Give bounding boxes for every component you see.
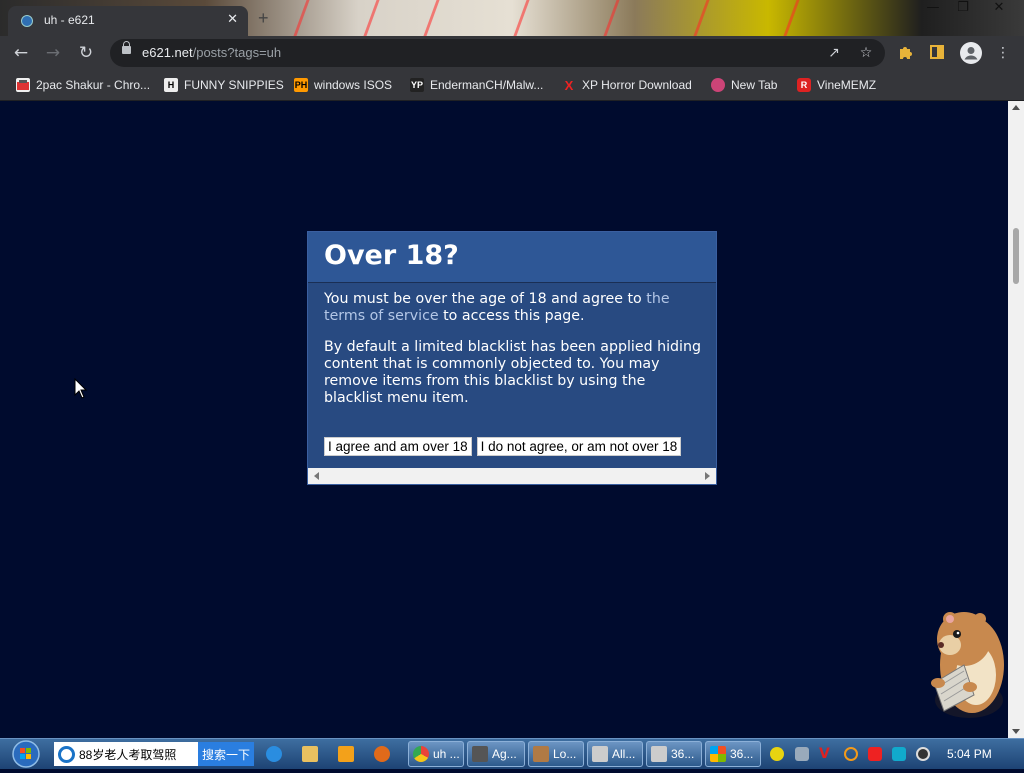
forward-arrow-icon[interactable]: →	[42, 42, 64, 64]
minimize-button[interactable]: —	[918, 0, 948, 18]
bookmark-favicon-icon	[16, 78, 30, 92]
taskbar-item-lo[interactable]: Lo...	[528, 741, 584, 767]
bookmark-vinememz[interactable]: R VineMEMZ	[797, 75, 876, 95]
side-panel-icon[interactable]	[928, 44, 946, 62]
bookmarks-bar: 2pac Shakur - Chro... H FUNNY SNIPPIES P…	[0, 70, 1024, 101]
tray-monitor-icon[interactable]	[892, 747, 906, 761]
maximize-button[interactable]: ❐	[948, 0, 978, 18]
reload-icon[interactable]: ↻	[75, 42, 97, 64]
clock[interactable]: 5:04 PM	[947, 747, 992, 761]
taskbar: 88岁老人考取驾照 搜索一下 uh ... Ag... Lo... All...…	[0, 738, 1024, 769]
lock-icon[interactable]	[122, 41, 131, 54]
bookmark-windows-isos[interactable]: PH windows ISOS	[294, 75, 392, 95]
taskbar-search-text: 88岁老人考取驾照	[79, 747, 177, 762]
globe-icon	[711, 78, 725, 92]
address-bar[interactable]: e621.net/posts?tags=uh ↗ ☆	[110, 39, 885, 67]
tab-close-icon[interactable]: ✕	[227, 12, 238, 27]
tray-grid-icon[interactable]	[795, 747, 809, 761]
chrome-icon	[413, 746, 429, 762]
yp-icon: YP	[410, 78, 424, 92]
age-verification-dialog: Over 18? You must be over the age of 18 …	[307, 231, 717, 485]
age-requirement-text: You must be over the age of 18 and agree…	[324, 291, 670, 324]
ph-icon: PH	[294, 78, 308, 92]
scroll-down-arrow-icon[interactable]	[1012, 729, 1020, 734]
window-icon	[651, 746, 667, 762]
hamster-sticker	[931, 612, 1004, 718]
hamster-icon	[533, 746, 549, 762]
search-logo-icon	[58, 745, 75, 763]
window-icon	[592, 746, 608, 762]
wallpaper-streak	[783, 0, 800, 36]
wallpaper-streak	[423, 0, 440, 36]
mouse-cursor-icon	[74, 378, 88, 399]
dialog-title: Over 18?	[324, 240, 459, 271]
bookmark-2pac[interactable]: 2pac Shakur - Chro...	[16, 75, 150, 95]
wallpaper-streak	[693, 0, 710, 36]
title-bar: uh - e621 ✕ + — ❐ ✕	[0, 0, 1024, 36]
windows-orb-icon[interactable]	[8, 739, 44, 769]
dialog-header: Over 18?	[308, 232, 716, 283]
app-window-icon	[472, 746, 488, 762]
tray-speaker-icon[interactable]	[916, 747, 930, 761]
extensions-puzzle-icon[interactable]	[897, 44, 915, 62]
wallpaper-streak	[293, 0, 310, 36]
media-player-icon[interactable]	[334, 741, 362, 767]
taskbar-item-all[interactable]: All...	[587, 741, 643, 767]
url-text[interactable]: e621.net/posts?tags=uh	[142, 45, 281, 60]
vertical-scrollbar[interactable]	[1008, 101, 1024, 738]
agree-button[interactable]: I agree and am over 18	[324, 437, 472, 456]
scroll-up-arrow-icon[interactable]	[1012, 105, 1020, 110]
taskbar-search-input[interactable]: 88岁老人考取驾照	[54, 742, 198, 766]
bookmark-endermanch[interactable]: YP EndermanCH/Malw...	[410, 75, 543, 95]
scrollbar-thumb[interactable]	[1013, 228, 1019, 284]
dialog-buttons: I agree and am over 18 I do not agree, o…	[324, 437, 682, 456]
horizontal-scrollbar[interactable]	[308, 468, 716, 484]
menu-dots-icon[interactable]: ⋮	[994, 44, 1012, 62]
wallpaper-streak	[363, 0, 380, 36]
tray-flag-icon[interactable]	[868, 747, 882, 761]
close-window-button[interactable]: ✕	[984, 0, 1014, 18]
back-arrow-icon[interactable]: ←	[10, 42, 32, 64]
profile-avatar-icon[interactable]	[960, 42, 982, 64]
h-icon: H	[164, 78, 178, 92]
ie-icon[interactable]	[262, 741, 290, 767]
disagree-button[interactable]: I do not agree, or am not over 18	[476, 437, 682, 456]
folder-icon[interactable]	[298, 741, 326, 767]
start-button[interactable]	[8, 739, 44, 769]
wallpaper-streak	[603, 0, 620, 36]
bookmark-xp-horror[interactable]: X XP Horror Download	[562, 75, 692, 95]
taskbar-item-chrome[interactable]: uh ...	[408, 741, 464, 767]
scroll-right-arrow-icon[interactable]	[705, 472, 710, 480]
new-tab-button[interactable]: +	[258, 8, 269, 29]
r-icon: R	[797, 78, 811, 92]
app-icon[interactable]	[370, 741, 398, 767]
bookmark-funny-snippies[interactable]: H FUNNY SNIPPIES	[164, 75, 284, 95]
taskbar-item-ag[interactable]: Ag...	[467, 741, 525, 767]
taskbar-search-button[interactable]: 搜索一下	[198, 742, 254, 766]
share-icon[interactable]: ↗	[825, 44, 843, 62]
x-icon: X	[564, 77, 574, 93]
blacklist-notice-text: By default a limited blacklist has been …	[324, 339, 701, 406]
bookmark-new-tab[interactable]: New Tab	[711, 75, 777, 95]
taskbar-item-36a[interactable]: 36...	[646, 741, 702, 767]
e621-favicon-icon	[21, 15, 33, 27]
tray-v-icon[interactable]: V	[819, 747, 833, 761]
taskbar-item-36b[interactable]: 36...	[705, 741, 761, 767]
navigation-bar: ← → ↻ e621.net/posts?tags=uh ↗ ☆ ⋮	[0, 36, 1024, 70]
windows-logo-icon	[710, 746, 726, 762]
scroll-left-arrow-icon[interactable]	[314, 472, 319, 480]
tray-search-icon[interactable]	[844, 747, 858, 761]
bookmark-star-icon[interactable]: ☆	[857, 44, 875, 62]
tray-green-icon[interactable]	[770, 747, 784, 761]
browser-tab[interactable]: uh - e621 ✕	[8, 6, 248, 36]
tab-title: uh - e621	[44, 13, 95, 27]
wallpaper-streak	[513, 0, 530, 36]
